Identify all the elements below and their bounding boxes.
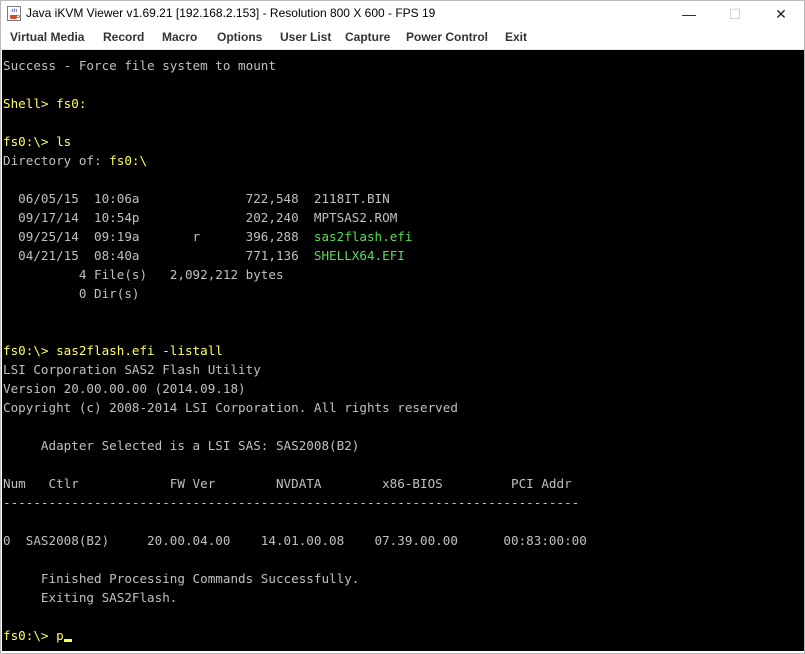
- menu-record[interactable]: Record: [103, 30, 144, 44]
- adapter-table-header: Num Ctlr FW Ver NVDATA x86-BIOS PCI Addr: [3, 476, 572, 491]
- file-info: 09/17/14 10:54p 202,240: [3, 210, 314, 225]
- copyright-line: Copyright (c) 2008-2014 LSI Corporation.…: [3, 400, 458, 415]
- file-name: MPTSAS2.ROM: [313, 210, 398, 225]
- mount-message: Success - Force file system to mount: [3, 58, 276, 73]
- current-prompt-line: fs0:\> p: [3, 626, 72, 645]
- file-info: 09/25/14 09:19a r 396,288: [3, 229, 314, 244]
- file-row: 09/25/14 09:19a r 396,288 sas2flash.efi: [3, 227, 412, 246]
- menu-capture[interactable]: Capture: [345, 30, 390, 44]
- kvm-viewer-window: Java iKVM Viewer v1.69.21 [192.168.2.153…: [0, 0, 805, 654]
- title-bar[interactable]: Java iKVM Viewer v1.69.21 [192.168.2.153…: [1, 1, 804, 27]
- sas2flash-command-line: fs0:\> sas2flash.efi -listall: [3, 343, 223, 358]
- maximize-icon: ☐: [728, 5, 742, 22]
- shell-prompt-line: Shell> fs0:: [3, 96, 87, 111]
- file-row: 06/05/15 10:06a 722,548 2118IT.BIN: [3, 189, 390, 208]
- directory-label: Directory of:: [3, 153, 110, 168]
- file-row: 09/17/14 10:54p 202,240 MPTSAS2.ROM: [3, 208, 397, 227]
- file-info: 06/05/15 10:06a 722,548: [3, 191, 314, 206]
- typed-input: p: [56, 628, 64, 643]
- exiting-message: Exiting SAS2Flash.: [3, 590, 178, 605]
- close-icon: ✕: [775, 5, 787, 22]
- directory-path: fs0:\: [109, 153, 148, 168]
- utility-version: Version 20.00.00.00 (2014.09.18): [3, 381, 246, 396]
- java-cup-icon: [7, 6, 21, 21]
- table-separator: ----------------------------------------…: [3, 495, 580, 510]
- menu-user-list[interactable]: User List: [280, 30, 331, 44]
- menu-bar: Virtual Media Record Macro Options User …: [1, 27, 804, 50]
- text-cursor: [63, 639, 72, 642]
- menu-exit[interactable]: Exit: [505, 30, 527, 44]
- file-name: sas2flash.efi: [313, 229, 413, 244]
- remote-console-screen[interactable]: Success - Force file system to mount She…: [2, 50, 804, 651]
- window-title: Java iKVM Viewer v1.69.21 [192.168.2.153…: [26, 6, 436, 20]
- file-info: 04/21/15 08:40a 771,136: [3, 248, 314, 263]
- adapter-selected-line: Adapter Selected is a LSI SAS: SAS2008(B…: [3, 438, 360, 453]
- adapter-table-row: 0 SAS2008(B2) 20.00.04.00 14.01.00.08 07…: [3, 533, 587, 548]
- current-prompt: fs0:\>: [3, 628, 57, 643]
- utility-name: LSI Corporation SAS2 Flash Utility: [3, 362, 261, 377]
- menu-virtual-media[interactable]: Virtual Media: [10, 30, 84, 44]
- menu-macro[interactable]: Macro: [162, 30, 197, 44]
- minimize-icon: —: [682, 6, 696, 22]
- file-name: SHELLX64.EFI: [313, 248, 405, 263]
- file-row: 04/21/15 08:40a 771,136 SHELLX64.EFI: [3, 246, 405, 265]
- menu-power-control[interactable]: Power Control: [406, 30, 488, 44]
- files-summary: 4 File(s) 2,092,212 bytes: [3, 267, 284, 282]
- menu-options[interactable]: Options: [217, 30, 262, 44]
- maximize-button[interactable]: ☐: [712, 1, 758, 27]
- minimize-button[interactable]: —: [666, 1, 712, 27]
- dirs-summary: 0 Dir(s): [3, 286, 140, 301]
- directory-line: Directory of: fs0:\: [3, 151, 147, 170]
- close-button[interactable]: ✕: [758, 1, 804, 27]
- file-name: 2118IT.BIN: [313, 191, 390, 206]
- ls-command-line: fs0:\> ls: [3, 134, 72, 149]
- finished-message: Finished Processing Commands Successfull…: [3, 571, 360, 586]
